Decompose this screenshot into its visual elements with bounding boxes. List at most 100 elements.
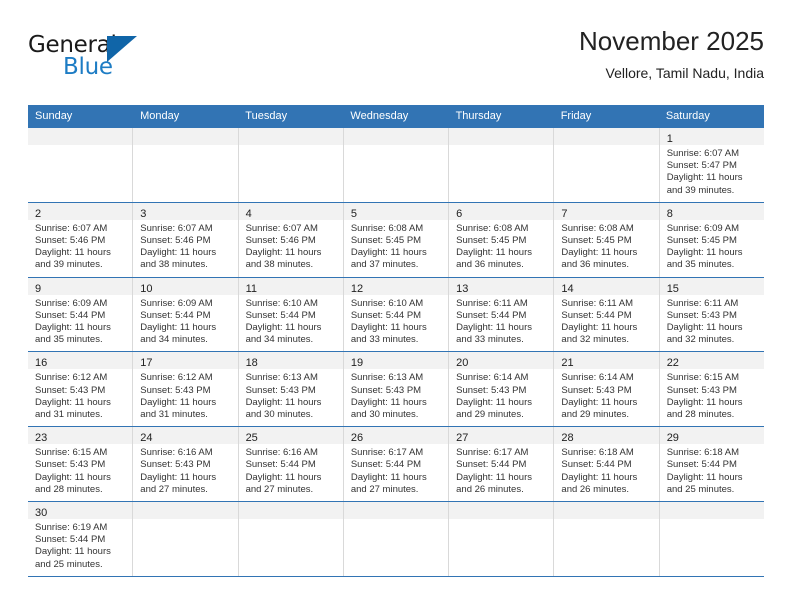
day-sun-info: Sunrise: 6:08 AM Sunset: 5:45 PM Daylight:… <box>344 220 448 277</box>
calendar-day-cell[interactable]: 10 Sunrise: 6:09 AM Sunset: 5:44 PM Dayligh… <box>133 277 239 352</box>
calendar-day-cell[interactable]: 18 Sunrise: 6:13 AM Sunset: 5:43 PM Dayligh… <box>238 352 344 427</box>
day-number: 22 <box>666 357 679 370</box>
day-number-band <box>238 502 343 520</box>
calendar-day-cell[interactable]: 19 Sunrise: 6:13 AM Sunset: 5:43 PM Dayligh… <box>343 352 450 427</box>
day-sun-info: Sunrise: 6:15 AM Sunset: 5:43 PM Daylight:… <box>660 369 764 426</box>
day-number-band <box>554 128 659 145</box>
day-info-line: Sunset: 5:44 PM <box>561 309 632 321</box>
weekday-header-tuesday: Tuesday <box>245 110 288 122</box>
day-sun-info: Sunrise: 6:19 AM Sunset: 5:44 PM Daylight:… <box>28 519 132 576</box>
calendar-day-cell[interactable]: 7 Sunrise: 6:08 AM Sunset: 5:45 PM Daylight… <box>554 202 660 277</box>
day-info-line: Sunset: 5:43 PM <box>456 384 527 396</box>
day-info-line: Sunset: 5:43 PM <box>140 459 211 471</box>
calendar-day-cell[interactable]: 30 Sunrise: 6:19 AM Sunset: 5:44 PM Dayligh… <box>28 502 134 576</box>
day-number: 29 <box>666 432 679 445</box>
day-info-line: Sunset: 5:45 PM <box>350 235 422 247</box>
day-info-line: Sunrise: 6:19 AM <box>35 522 108 534</box>
day-info-line: Daylight: 11 hours <box>456 396 532 408</box>
day-number-band: 28 <box>554 427 659 445</box>
day-info-line: Daylight: 11 hours <box>245 471 322 483</box>
day-number-band: 22 <box>659 352 764 370</box>
calendar-day-cell[interactable]: 16 Sunrise: 6:12 AM Sunset: 5:43 PM Dayligh… <box>28 352 134 427</box>
calendar-day-cell[interactable]: 13 Sunrise: 6:11 AM Sunset: 5:44 PM Dayligh… <box>449 277 555 352</box>
day-number-band: 30 <box>28 502 133 520</box>
calendar-week-row: 30 Sunrise: 6:19 AM Sunset: 5:44 PM Dayligh… <box>28 502 764 577</box>
calendar-day-cell[interactable]: 1 Sunrise: 6:07 AM Sunset: 5:47 PM Daylight… <box>659 128 764 202</box>
day-number-band: 5 <box>343 202 449 220</box>
day-info-line: Sunset: 5:43 PM <box>35 384 106 396</box>
calendar-day-cell-empty <box>343 502 450 576</box>
day-info-line: Sunrise: 6:17 AM <box>350 447 424 459</box>
day-sun-info: Sunrise: 6:12 AM Sunset: 5:43 PM Daylight:… <box>28 369 132 426</box>
calendar-day-cell[interactable]: 25 Sunrise: 6:16 AM Sunset: 5:44 PM Dayligh… <box>238 427 344 502</box>
weekday-header-saturday: Saturday <box>665 110 710 122</box>
day-number: 28 <box>561 432 574 445</box>
calendar-day-cell[interactable]: 17 Sunrise: 6:12 AM Sunset: 5:43 PM Dayligh… <box>133 352 239 427</box>
day-sun-info: Sunrise: 6:09 AM Sunset: 5:45 PM Daylight:… <box>660 220 764 277</box>
day-number-band: 24 <box>133 427 238 445</box>
calendar-day-cell[interactable]: 26 Sunrise: 6:17 AM Sunset: 5:44 PM Dayligh… <box>343 427 450 502</box>
day-info-line: Sunset: 5:44 PM <box>350 459 422 471</box>
day-number-band: 16 <box>28 352 133 370</box>
calendar-week-row: 2 Sunrise: 6:07 AM Sunset: 5:46 PM Daylight… <box>28 202 764 278</box>
day-sun-info <box>344 519 448 527</box>
day-sun-info: Sunrise: 6:07 AM Sunset: 5:46 PM Daylight:… <box>133 220 237 277</box>
calendar-day-cell-empty <box>449 128 555 202</box>
day-sun-info: Sunrise: 6:18 AM Sunset: 5:44 PM Daylight:… <box>554 444 658 501</box>
calendar-day-cell[interactable]: 9 Sunrise: 6:09 AM Sunset: 5:44 PM Daylight… <box>28 277 134 352</box>
calendar-day-cell[interactable]: 20 Sunrise: 6:14 AM Sunset: 5:43 PM Dayligh… <box>449 352 555 427</box>
calendar-day-cell[interactable]: 12 Sunrise: 6:10 AM Sunset: 5:44 PM Dayligh… <box>343 277 450 352</box>
day-info-line: Sunrise: 6:16 AM <box>140 447 213 459</box>
day-info-line: and 39 minutes. <box>666 184 735 196</box>
calendar-day-cell[interactable]: 14 Sunrise: 6:11 AM Sunset: 5:44 PM Dayligh… <box>554 277 660 352</box>
day-info-line: Sunset: 5:43 PM <box>140 384 211 396</box>
day-sun-info: Sunrise: 6:07 AM Sunset: 5:47 PM Daylight:… <box>660 145 764 202</box>
day-info-line: Daylight: 11 hours <box>35 396 111 408</box>
day-sun-info: Sunrise: 6:07 AM Sunset: 5:46 PM Daylight:… <box>28 220 132 277</box>
day-info-line: and 32 minutes. <box>666 334 735 346</box>
day-number-band: 1 <box>659 128 764 145</box>
calendar-day-cell[interactable]: 21 Sunrise: 6:14 AM Sunset: 5:43 PM Dayligh… <box>554 352 660 427</box>
day-number: 8 <box>666 207 673 220</box>
calendar-day-cell[interactable]: 15 Sunrise: 6:11 AM Sunset: 5:43 PM Dayligh… <box>659 277 764 352</box>
day-info-line: and 38 minutes. <box>245 259 314 271</box>
calendar-day-cell[interactable]: 11 Sunrise: 6:10 AM Sunset: 5:44 PM Dayligh… <box>238 277 344 352</box>
day-info-line: Sunrise: 6:10 AM <box>350 297 424 309</box>
day-info-line: and 39 minutes. <box>35 259 103 271</box>
day-info-line: Sunrise: 6:13 AM <box>350 372 424 384</box>
weekday-header-monday: Monday <box>140 110 180 122</box>
day-sun-info <box>554 145 658 153</box>
day-info-line: Sunset: 5:44 PM <box>456 309 527 321</box>
day-number: 1 <box>666 133 673 145</box>
calendar-day-cell[interactable]: 4 Sunrise: 6:07 AM Sunset: 5:46 PM Daylight… <box>238 202 344 277</box>
calendar-day-cell[interactable]: 24 Sunrise: 6:16 AM Sunset: 5:43 PM Dayligh… <box>133 427 239 502</box>
day-info-line: Sunrise: 6:11 AM <box>666 297 739 309</box>
calendar-day-cell[interactable]: 3 Sunrise: 6:07 AM Sunset: 5:46 PM Daylight… <box>133 202 239 277</box>
day-sun-info: Sunrise: 6:13 AM Sunset: 5:43 PM Daylight:… <box>344 369 448 426</box>
day-number: 4 <box>245 207 252 220</box>
day-info-line: Sunset: 5:44 PM <box>666 459 737 471</box>
day-sun-info <box>133 519 237 527</box>
calendar-day-cell[interactable]: 5 Sunrise: 6:08 AM Sunset: 5:45 PM Daylight… <box>343 202 450 277</box>
day-info-line: Sunrise: 6:11 AM <box>456 297 528 309</box>
calendar-day-cell[interactable]: 2 Sunrise: 6:07 AM Sunset: 5:46 PM Daylight… <box>28 202 134 277</box>
calendar-day-cell[interactable]: 8 Sunrise: 6:09 AM Sunset: 5:45 PM Daylight… <box>659 202 764 277</box>
calendar-day-cell[interactable]: 23 Sunrise: 6:15 AM Sunset: 5:43 PM Dayligh… <box>28 427 134 502</box>
brand-logo[interactable]: General Blue <box>28 32 228 88</box>
day-info-line: Daylight: 11 hours <box>350 247 427 259</box>
day-sun-info: Sunrise: 6:16 AM Sunset: 5:44 PM Daylight:… <box>239 444 343 501</box>
day-info-line: Sunrise: 6:09 AM <box>666 222 740 234</box>
day-info-line: Sunrise: 6:08 AM <box>350 222 424 234</box>
day-info-line: and 25 minutes. <box>35 558 103 570</box>
calendar-day-cell[interactable]: 28 Sunrise: 6:18 AM Sunset: 5:44 PM Dayligh… <box>554 427 660 502</box>
day-sun-info: Sunrise: 6:08 AM Sunset: 5:45 PM Daylight:… <box>449 220 553 277</box>
day-info-line: Sunset: 5:44 PM <box>140 309 211 321</box>
day-number: 7 <box>561 207 568 220</box>
calendar-day-cell[interactable]: 22 Sunrise: 6:15 AM Sunset: 5:43 PM Dayligh… <box>659 352 764 427</box>
day-number-band <box>343 128 449 145</box>
calendar-day-cell[interactable]: 6 Sunrise: 6:08 AM Sunset: 5:45 PM Daylight… <box>449 202 555 277</box>
calendar-day-cell[interactable]: 27 Sunrise: 6:17 AM Sunset: 5:44 PM Dayligh… <box>449 427 555 502</box>
calendar-day-cell[interactable]: 29 Sunrise: 6:18 AM Sunset: 5:44 PM Dayligh… <box>659 427 764 502</box>
page-title: November 2025 <box>579 26 764 56</box>
day-number-band: 15 <box>659 277 764 295</box>
